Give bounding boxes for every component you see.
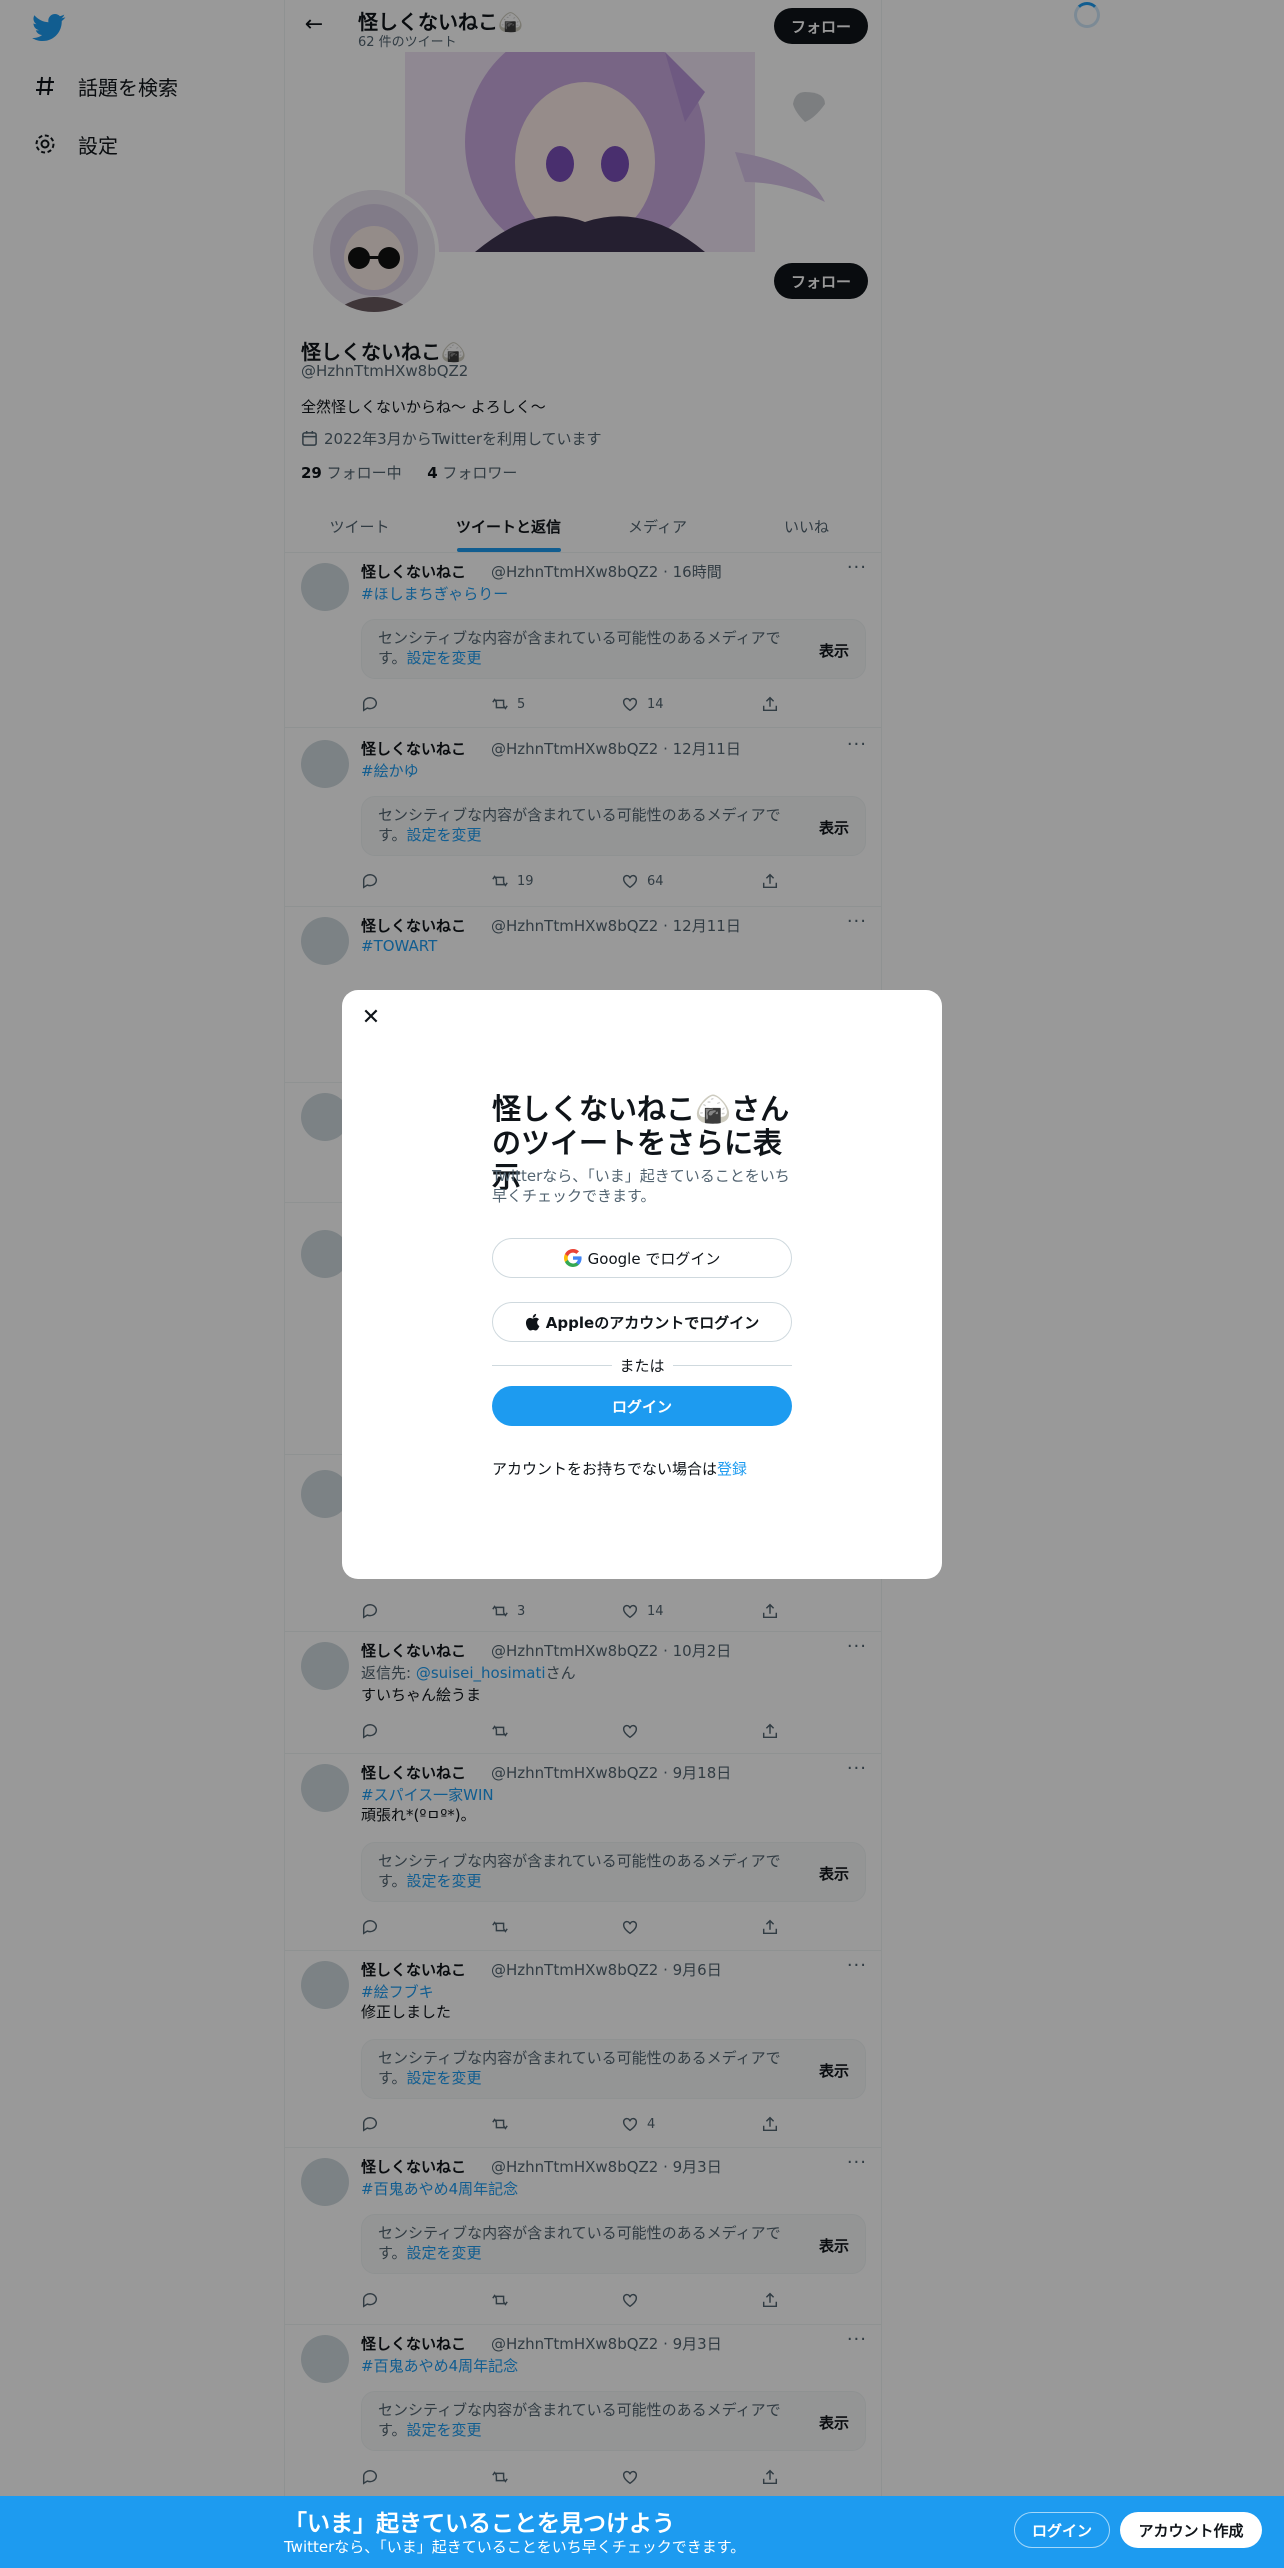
apple-login-label: Appleのアカウントでログイン bbox=[545, 1313, 760, 1332]
or-divider: または bbox=[492, 1355, 793, 1375]
bottom-signup-button[interactable]: アカウント作成 bbox=[1120, 2512, 1262, 2548]
bottom-signup-bar: 「いま」起きていることを見つけよう Twitterなら、「いま」起きていることを… bbox=[0, 2496, 1284, 2568]
bottom-bar-title: 「いま」起きていることを見つけよう bbox=[284, 2511, 675, 2537]
google-login-button[interactable]: Google でログイン bbox=[492, 1238, 792, 1278]
bottom-bar-subtitle: Twitterなら、「いま」起きていることをいち早くチェックできます。 bbox=[284, 2538, 746, 2556]
close-icon[interactable]: ✕ bbox=[356, 1002, 386, 1032]
google-icon bbox=[563, 1249, 582, 1267]
signup-prompt: アカウントをお持ちでない場合は登録 bbox=[492, 1460, 748, 1478]
login-button[interactable]: ログイン bbox=[492, 1386, 792, 1426]
apple-login-button[interactable]: Appleのアカウントでログイン bbox=[492, 1302, 792, 1342]
bottom-login-button[interactable]: ログイン bbox=[1014, 2512, 1110, 2548]
login-modal: ✕ 怪しくないねこ🍙さんのツイートをさらに表示 Twitterなら、「いま」起き… bbox=[342, 990, 942, 1579]
signup-link[interactable]: 登録 bbox=[717, 1460, 747, 1478]
modal-subtitle: Twitterなら、「いま」起きていることをいち早くチェックできます。 bbox=[492, 1167, 790, 1205]
google-login-label: Google でログイン bbox=[587, 1249, 721, 1268]
apple-icon bbox=[525, 1313, 540, 1331]
